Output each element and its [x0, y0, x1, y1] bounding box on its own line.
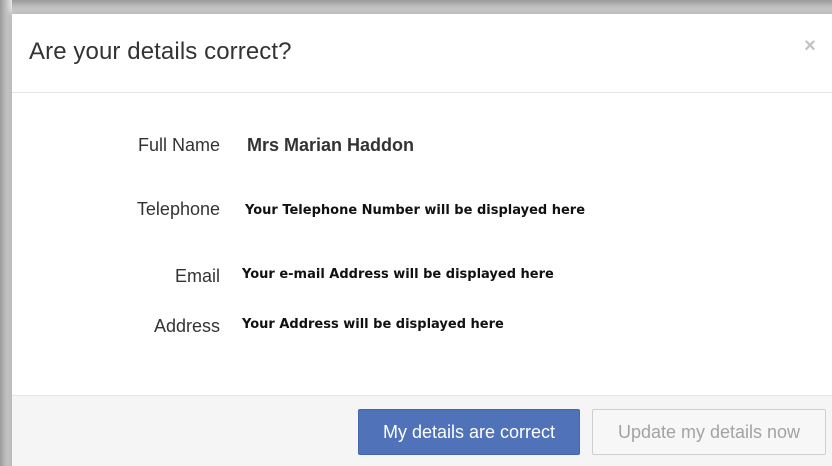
- dialog-title: Are your details correct?: [29, 38, 292, 65]
- confirm-details-dialog: Are your details correct? × Full Name Mr…: [12, 14, 832, 466]
- full-name-value: Mrs Marian Haddon: [247, 135, 415, 155]
- my-details-correct-button[interactable]: My details are correct: [358, 409, 580, 455]
- email-label: Email: [174, 266, 220, 286]
- address-label: Address: [153, 316, 220, 336]
- telephone-value: Your Telephone Number will be displayed …: [245, 203, 586, 218]
- screen: Are your details correct? × Full Name Mr…: [0, 0, 832, 466]
- email-value: Your e-mail Address will be displayed he…: [242, 267, 554, 282]
- update-details-button[interactable]: Update my details now: [592, 409, 826, 455]
- telephone-label: Telephone: [136, 199, 220, 219]
- address-value: Your Address will be displayed here: [242, 317, 504, 332]
- close-icon[interactable]: ×: [800, 36, 820, 56]
- full-name-label: Full Name: [137, 135, 220, 155]
- dialog-header: Are your details correct? ×: [12, 14, 832, 93]
- window-frame-left: [0, 0, 12, 466]
- window-frame-top: [0, 0, 832, 14]
- dialog-footer: My details are correct Update my details…: [12, 395, 832, 466]
